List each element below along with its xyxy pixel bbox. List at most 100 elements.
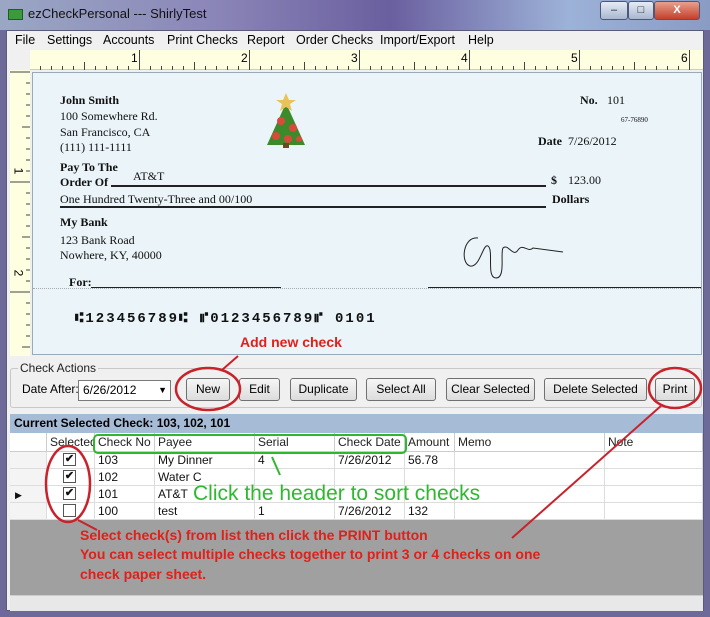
cell-memo[interactable]	[455, 452, 605, 469]
routing-fraction: 67-76890	[621, 116, 648, 124]
row-header-corner	[10, 433, 47, 452]
perforation	[33, 288, 701, 289]
payee: AT&T	[133, 169, 165, 183]
ruler-label: 1	[11, 167, 26, 175]
column-header-check_no[interactable]: Check No	[95, 433, 155, 452]
cell-check_no[interactable]: 103	[95, 452, 155, 469]
column-header-memo[interactable]: Memo	[455, 433, 605, 452]
cell-check_no[interactable]: 100	[95, 503, 155, 520]
ruler-label: 1	[131, 51, 138, 65]
ruler-label: 2	[11, 269, 26, 277]
date-after-value: 6/26/2012	[83, 383, 137, 397]
owner-name: John Smith	[60, 93, 120, 107]
cell-serial[interactable]: 4	[255, 452, 335, 469]
christmas-tree-icon	[267, 93, 305, 148]
menu-file[interactable]: File	[15, 33, 35, 47]
app-icon	[8, 9, 23, 20]
window-title: ezCheckPersonal --- ShirlyTest	[28, 6, 207, 21]
column-header-selected[interactable]: Selected	[47, 433, 97, 452]
order-of-label: Order Of	[60, 175, 109, 189]
cell-check_no[interactable]: 101	[95, 486, 155, 503]
ruler-label: 3	[351, 51, 358, 65]
pay-to-label: Pay To The	[60, 160, 118, 174]
amount: 123.00	[568, 173, 601, 187]
column-header-note[interactable]: Note	[605, 433, 703, 452]
selected-cell: ✔	[47, 452, 95, 469]
cell-note[interactable]	[605, 486, 703, 503]
new-button[interactable]: New	[186, 378, 230, 401]
chevron-down-icon[interactable]: ▼	[158, 381, 167, 400]
maximize-button[interactable]: □	[628, 1, 654, 20]
column-header-payee[interactable]: Payee	[155, 433, 255, 452]
owner-address1: 100 Somewhere Rd.	[60, 109, 158, 123]
select-checkbox[interactable]: ✔	[63, 470, 76, 483]
annotation-select-2: You can select multiple checks together …	[80, 546, 541, 562]
ruler-label: 6	[681, 51, 688, 65]
selected-cell: ✔	[47, 486, 95, 503]
clear-selected-button[interactable]: Clear Selected	[446, 378, 535, 401]
menu-order-checks[interactable]: Order Checks	[296, 33, 373, 47]
check-preview[interactable]: John Smith 100 Somewhere Rd. San Francis…	[32, 72, 702, 355]
horizontal-scrollbar[interactable]	[10, 595, 703, 611]
ruler-label: 4	[461, 51, 468, 65]
current-row-arrow-icon: ▶	[15, 490, 22, 500]
row-header[interactable]: ▶	[10, 486, 47, 503]
menu-help[interactable]: Help	[468, 33, 494, 47]
menu-print-checks[interactable]: Print Checks	[167, 33, 238, 47]
cell-date[interactable]: 7/26/2012	[335, 452, 405, 469]
cell-note[interactable]	[605, 452, 703, 469]
close-button[interactable]: X	[654, 1, 700, 20]
column-header-date[interactable]: Check Date	[335, 433, 405, 452]
top-ruler: 1 2 3 4 5 6	[30, 50, 703, 70]
dollar-sign: $	[551, 173, 557, 187]
date-after-label: Date After:	[22, 382, 79, 396]
row-header[interactable]	[10, 503, 47, 520]
date-label: Date	[538, 134, 562, 148]
print-button[interactable]: Print	[655, 378, 695, 401]
micr-line: ⑆123456789⑆ ⑈0123456789⑈ 0101	[75, 311, 377, 327]
owner-phone: (111) 111-1111	[60, 140, 132, 154]
cell-amount[interactable]: 56.78	[405, 452, 455, 469]
ruler-label: 5	[571, 51, 578, 65]
delete-selected-button[interactable]: Delete Selected	[544, 378, 647, 401]
signature-line	[428, 287, 701, 288]
menu-bar: File Settings Accounts Print Checks Repo…	[7, 31, 703, 50]
amount-words: One Hundred Twenty-Three and 00/100	[60, 192, 253, 206]
date-after-picker[interactable]: 6/26/2012 ▼	[78, 380, 171, 401]
select-all-button[interactable]: Select All	[366, 378, 436, 401]
duplicate-button[interactable]: Duplicate	[290, 378, 357, 401]
annotation-add-new: Add new check	[240, 334, 342, 350]
dollars-label: Dollars	[552, 192, 590, 206]
bank-name: My Bank	[60, 215, 108, 229]
check-no-label: No.	[580, 93, 598, 107]
select-checkbox[interactable]	[63, 504, 76, 517]
edit-button[interactable]: Edit	[239, 378, 280, 401]
cell-note[interactable]	[605, 503, 703, 520]
select-checkbox[interactable]: ✔	[63, 453, 76, 466]
selected-cell: ✔	[47, 469, 95, 486]
check-number: 101	[607, 93, 625, 107]
column-header-amount[interactable]: Amount	[405, 433, 455, 452]
cell-note[interactable]	[605, 469, 703, 486]
menu-settings[interactable]: Settings	[47, 33, 92, 47]
minimize-button[interactable]: –	[600, 1, 628, 20]
check-actions-legend: Check Actions	[18, 361, 99, 375]
row-header[interactable]	[10, 469, 47, 486]
menu-accounts[interactable]: Accounts	[103, 33, 154, 47]
bank-address2: Nowhere, KY, 40000	[60, 248, 162, 262]
left-ruler: 1 2	[10, 70, 30, 359]
cell-check_no[interactable]: 102	[95, 469, 155, 486]
selected-cell	[47, 503, 95, 520]
bank-address1: 123 Bank Road	[60, 233, 135, 247]
menu-import-export[interactable]: Import/Export	[380, 33, 455, 47]
payee-line	[111, 185, 546, 187]
annotation-sort: Click the header to sort checks	[193, 482, 481, 505]
annotation-select-1: Select check(s) from list then click the…	[80, 527, 428, 543]
column-header-serial[interactable]: Serial Number	[255, 433, 335, 467]
menu-report[interactable]: Report	[247, 33, 285, 47]
cell-payee[interactable]: My Dinner	[155, 452, 255, 469]
ruler-label: 2	[241, 51, 248, 65]
select-checkbox[interactable]: ✔	[63, 487, 76, 500]
annotation-select-3: check paper sheet.	[80, 566, 207, 582]
row-header[interactable]	[10, 452, 47, 469]
